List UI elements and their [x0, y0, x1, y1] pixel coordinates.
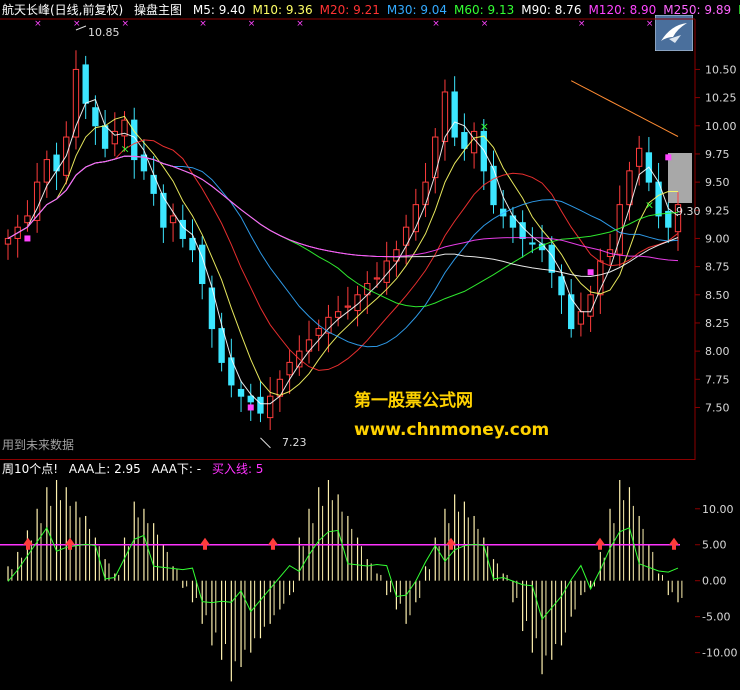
candle-down [82, 64, 89, 104]
buy-arrow-icon [200, 537, 210, 550]
y-tick-label: -10.00 [702, 647, 737, 660]
buy-arrow-icon [595, 537, 605, 550]
candle-down [451, 91, 458, 138]
signal-dot: × [122, 19, 130, 29]
y-tick-label: 5.00 [702, 539, 727, 552]
sell-marker: × [645, 199, 654, 212]
candle-up [344, 305, 352, 308]
moving-average-line [570, 80, 679, 137]
y-tick-label: 0.00 [702, 575, 727, 588]
moving-average-line [7, 98, 679, 405]
y-tick-label: 8.25 [705, 317, 730, 330]
moving-average-line [7, 155, 679, 348]
buy-marker [665, 154, 672, 161]
y-tick-label: 10.00 [702, 503, 734, 516]
candle-up [626, 170, 633, 206]
buy-arrow-icon [669, 537, 679, 550]
candle-up [422, 181, 429, 206]
y-tick-label: 8.50 [705, 289, 730, 302]
candle-up [373, 277, 381, 280]
low-pointer [260, 437, 271, 449]
future-data-note: 用到未来数据 [2, 438, 75, 452]
candle-down [218, 328, 225, 363]
sell-marker: × [480, 120, 489, 133]
candle-up [286, 361, 293, 376]
candle-down [247, 395, 254, 403]
y-tick-label: 8.75 [705, 261, 730, 274]
y-tick-label: 8.00 [705, 345, 730, 358]
candle-up [577, 311, 585, 325]
candle-down [237, 388, 245, 397]
candle-down [160, 192, 167, 228]
buy-marker [24, 235, 31, 242]
y-tick-label: 9.75 [705, 148, 730, 161]
moving-average-line [7, 155, 679, 262]
candle-up [169, 215, 177, 224]
signal-dot: × [432, 19, 440, 29]
candle-up [334, 311, 342, 318]
sell-marker: × [121, 142, 130, 155]
moving-average-line [7, 155, 679, 278]
moving-average-line [7, 155, 679, 308]
last-price-label: 9.30 [676, 205, 701, 218]
candle-up [4, 237, 12, 245]
sub-chart[interactable]: 10.00 5.00 0.00 -5.00 -10.00 [0, 460, 740, 690]
low-price-label: 7.23 [282, 436, 307, 449]
candle-down [179, 219, 186, 239]
signal-dot: × [199, 19, 207, 29]
moving-average-line [7, 139, 679, 371]
candle-up [267, 395, 274, 419]
buy-arrow-icon [268, 537, 278, 550]
candle-up [43, 159, 51, 183]
candle-up [470, 130, 478, 154]
signal-dot: × [578, 19, 586, 29]
y-tick-label: 10.00 [705, 120, 737, 133]
y-tick-label: 9.25 [705, 204, 730, 217]
candle-up [315, 328, 322, 336]
signal-dot: × [73, 19, 81, 29]
signal-dot: × [296, 19, 304, 29]
candle-down [461, 132, 468, 149]
candle-up [24, 215, 31, 224]
buy-marker [587, 269, 594, 276]
y-tick-label: 9.00 [705, 232, 730, 245]
watermark-url: www.chnmoney.com [354, 420, 550, 440]
signal-dot: × [481, 19, 489, 29]
y-tick-label: -5.00 [702, 611, 730, 624]
y-tick-label: 7.75 [705, 373, 730, 386]
candle-up [587, 294, 594, 317]
watermark-title: 第一股票公式网 [354, 391, 473, 411]
buy-marker [247, 404, 254, 411]
candle-up [635, 147, 643, 167]
candle-down [101, 125, 109, 149]
y-tick-label: 7.50 [705, 401, 730, 414]
candle-down [529, 242, 536, 245]
y-tick-label: 10.50 [705, 63, 737, 76]
candle-down [257, 396, 264, 414]
candle-up [33, 181, 41, 221]
moving-average-line [7, 115, 678, 396]
candle-down [92, 107, 99, 127]
candle-down [558, 276, 565, 296]
signal-dot: × [34, 19, 42, 29]
candle-down [490, 165, 497, 206]
high-price-label: 10.85 [88, 26, 120, 39]
candle-down [568, 294, 575, 330]
signal-dot: × [248, 19, 256, 29]
signal-dot: × [646, 19, 654, 29]
candle-up [432, 136, 439, 179]
y-tick-label: 9.50 [705, 176, 730, 189]
y-tick-label: 10.25 [705, 92, 737, 105]
